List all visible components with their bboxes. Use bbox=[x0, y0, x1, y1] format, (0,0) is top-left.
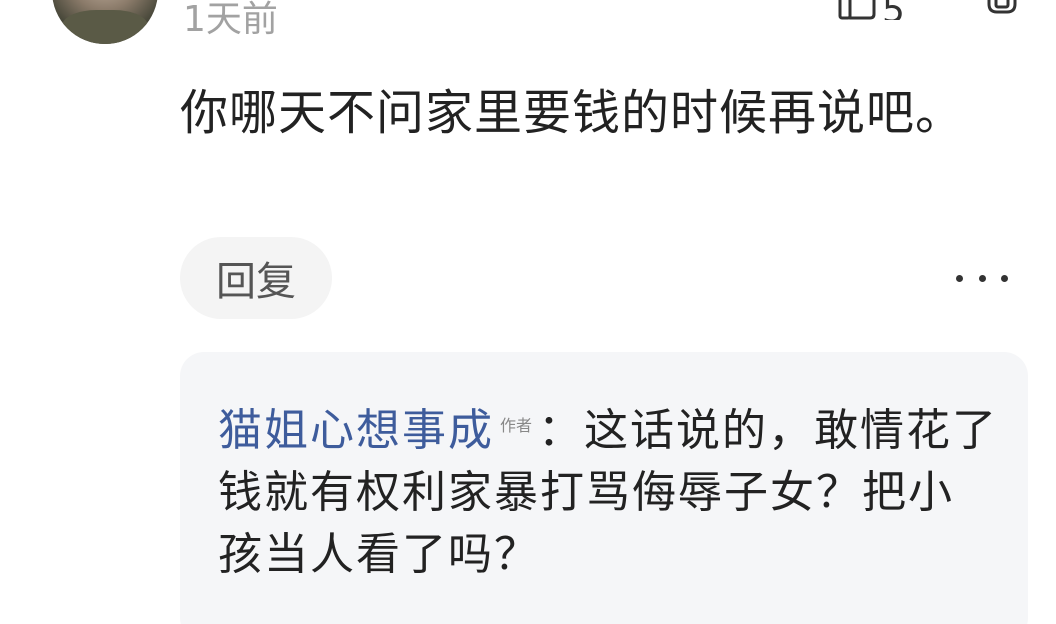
more-dots-icon bbox=[1001, 274, 1008, 282]
like-count: 5 bbox=[882, 0, 905, 20]
more-dots-icon bbox=[978, 274, 986, 282]
avatar-image bbox=[62, 10, 148, 44]
reply-preview-box[interactable]: 猫姐心想事成 作者 ：这话说的，敢情花了钱就有权利家暴打骂侮辱子女？把小孩当人看了吗… bbox=[180, 352, 1028, 624]
reply-content: 猫姐心想事成 作者 ：这话说的，敢情花了钱就有权利家暴打骂侮辱子女？把小孩当人看了吗… bbox=[218, 400, 998, 586]
comment-timestamp: 1天前 bbox=[183, 0, 278, 40]
thumbs-down-icon[interactable] bbox=[985, 0, 1019, 16]
like-button[interactable]: 5 bbox=[838, 0, 905, 20]
reply-button[interactable]: 回复 bbox=[180, 237, 332, 319]
reply-separator: ： bbox=[538, 405, 585, 456]
avatar[interactable] bbox=[52, 0, 158, 44]
more-dots-icon bbox=[956, 274, 963, 282]
more-options-button[interactable] bbox=[956, 258, 1008, 298]
reply-author-name[interactable]: 猫姐心想事成 bbox=[218, 405, 494, 456]
comment-thread: 1天前 5 你哪天不问家里要钱的时候再说吧。 回复 猫姐心想事成作者：这话说的，… bbox=[0, 0, 1056, 624]
thumbs-up-icon bbox=[838, 0, 876, 20]
comment-text: 你哪天不问家里要钱的时候再说吧。 bbox=[180, 85, 965, 141]
author-badge: 作者 bbox=[500, 416, 533, 435]
